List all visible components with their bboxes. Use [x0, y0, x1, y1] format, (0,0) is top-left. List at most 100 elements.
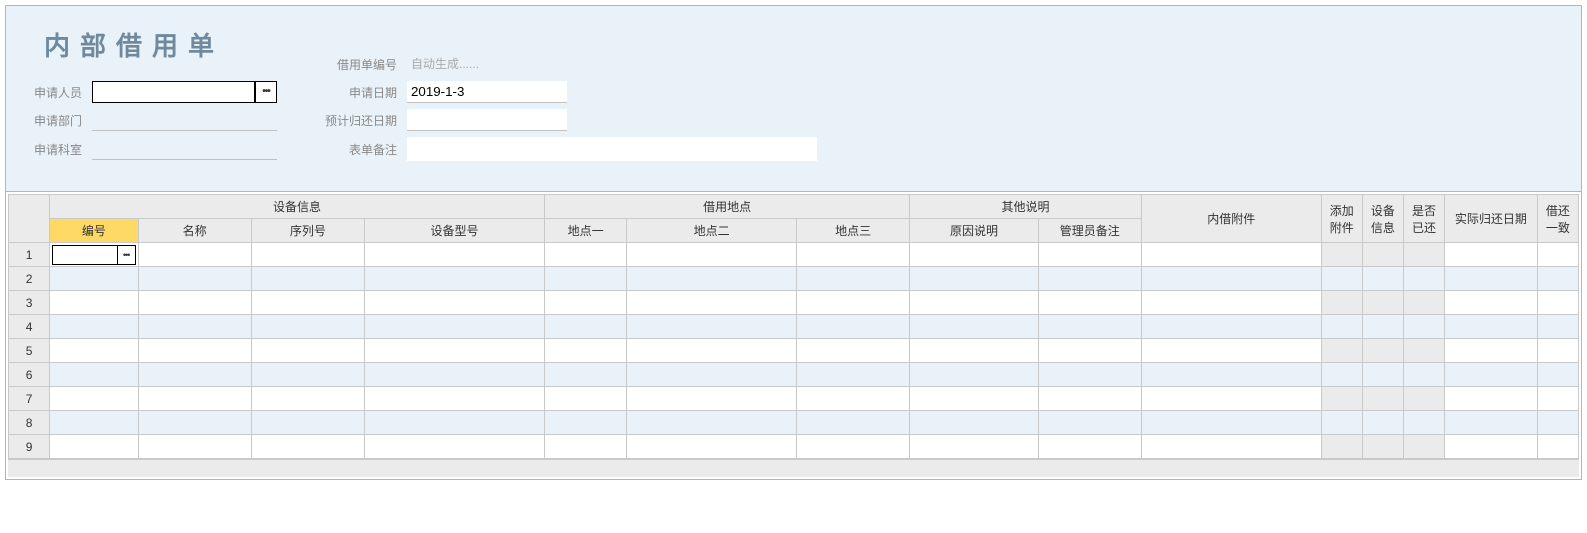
cell[interactable]	[1404, 267, 1445, 291]
col-name[interactable]: 名称	[138, 219, 251, 243]
row-header[interactable]: 9	[9, 435, 50, 459]
cell[interactable]	[1404, 363, 1445, 387]
cell[interactable]	[544, 435, 626, 459]
cell[interactable]	[1537, 363, 1578, 387]
cell[interactable]	[797, 387, 910, 411]
cell[interactable]	[1038, 435, 1141, 459]
row-header[interactable]: 6	[9, 363, 50, 387]
cell[interactable]	[138, 291, 251, 315]
cell[interactable]	[1321, 315, 1362, 339]
cell[interactable]	[364, 411, 544, 435]
cell[interactable]	[797, 315, 910, 339]
cell[interactable]	[1537, 267, 1578, 291]
cell[interactable]	[251, 363, 364, 387]
cell[interactable]	[1445, 363, 1538, 387]
cell[interactable]	[910, 411, 1039, 435]
cell[interactable]	[1362, 435, 1403, 459]
cell[interactable]	[544, 267, 626, 291]
cell[interactable]	[910, 339, 1039, 363]
cell[interactable]	[797, 363, 910, 387]
cell[interactable]	[364, 363, 544, 387]
cell[interactable]	[797, 243, 910, 267]
cell[interactable]	[50, 267, 138, 291]
cell[interactable]	[544, 387, 626, 411]
cell[interactable]	[251, 387, 364, 411]
cell[interactable]	[1321, 411, 1362, 435]
cell[interactable]	[1321, 363, 1362, 387]
cell[interactable]	[138, 363, 251, 387]
return-date-input[interactable]	[407, 109, 567, 131]
row-header[interactable]: 3	[9, 291, 50, 315]
cell[interactable]	[1141, 387, 1321, 411]
cell[interactable]	[1362, 363, 1403, 387]
cell[interactable]	[627, 387, 797, 411]
cell[interactable]	[138, 387, 251, 411]
cell[interactable]	[1038, 411, 1141, 435]
cell[interactable]	[1362, 315, 1403, 339]
cell[interactable]	[1038, 339, 1141, 363]
cell[interactable]	[1321, 387, 1362, 411]
row-header[interactable]: 1	[9, 243, 50, 267]
cell[interactable]	[627, 339, 797, 363]
cell[interactable]	[1362, 291, 1403, 315]
cell[interactable]	[1404, 339, 1445, 363]
cell[interactable]	[1321, 435, 1362, 459]
cell[interactable]	[50, 291, 138, 315]
cell[interactable]	[364, 435, 544, 459]
cell[interactable]	[1445, 267, 1538, 291]
col-serial[interactable]: 序列号	[251, 219, 364, 243]
cell[interactable]	[910, 315, 1039, 339]
cell[interactable]	[364, 339, 544, 363]
row-header[interactable]: 4	[9, 315, 50, 339]
cell[interactable]	[1141, 315, 1321, 339]
cell[interactable]	[1404, 387, 1445, 411]
col-admin-note[interactable]: 管理员备注	[1038, 219, 1141, 243]
cell[interactable]	[251, 411, 364, 435]
cell[interactable]	[1362, 411, 1403, 435]
cell[interactable]	[1445, 339, 1538, 363]
table-row[interactable]: 9	[9, 435, 1579, 459]
cell[interactable]	[1445, 387, 1538, 411]
cell[interactable]	[138, 339, 251, 363]
cell[interactable]	[138, 315, 251, 339]
col-loc3[interactable]: 地点三	[797, 219, 910, 243]
cell[interactable]	[50, 339, 138, 363]
cell[interactable]	[910, 243, 1039, 267]
cell[interactable]	[1537, 243, 1578, 267]
cell[interactable]	[251, 267, 364, 291]
col-no[interactable]: 编号	[50, 219, 138, 243]
row-header[interactable]: 7	[9, 387, 50, 411]
remark-input[interactable]	[407, 137, 817, 161]
cell[interactable]	[50, 435, 138, 459]
cell[interactable]	[1141, 435, 1321, 459]
cell[interactable]	[797, 291, 910, 315]
cell[interactable]	[1537, 315, 1578, 339]
cell[interactable]	[544, 291, 626, 315]
cell[interactable]: •••	[50, 243, 138, 267]
cell[interactable]	[544, 243, 626, 267]
cell[interactable]	[1537, 339, 1578, 363]
cell[interactable]	[910, 387, 1039, 411]
table-row[interactable]: 7	[9, 387, 1579, 411]
dept-input[interactable]	[92, 109, 277, 131]
cell[interactable]	[1362, 243, 1403, 267]
cell[interactable]	[1038, 243, 1141, 267]
col-model[interactable]: 设备型号	[364, 219, 544, 243]
cell[interactable]	[544, 315, 626, 339]
office-input[interactable]	[92, 138, 277, 160]
table-row[interactable]: 2	[9, 267, 1579, 291]
cell[interactable]	[138, 411, 251, 435]
cell[interactable]	[1445, 315, 1538, 339]
cell[interactable]	[1038, 291, 1141, 315]
cell[interactable]	[1362, 267, 1403, 291]
cell[interactable]	[364, 315, 544, 339]
cell[interactable]	[1141, 243, 1321, 267]
cell[interactable]	[1321, 267, 1362, 291]
cell-no-input[interactable]	[52, 245, 117, 265]
cell[interactable]	[1404, 435, 1445, 459]
cell[interactable]	[544, 339, 626, 363]
cell[interactable]	[627, 267, 797, 291]
cell[interactable]	[364, 291, 544, 315]
cell[interactable]	[1404, 411, 1445, 435]
table-row[interactable]: 4	[9, 315, 1579, 339]
